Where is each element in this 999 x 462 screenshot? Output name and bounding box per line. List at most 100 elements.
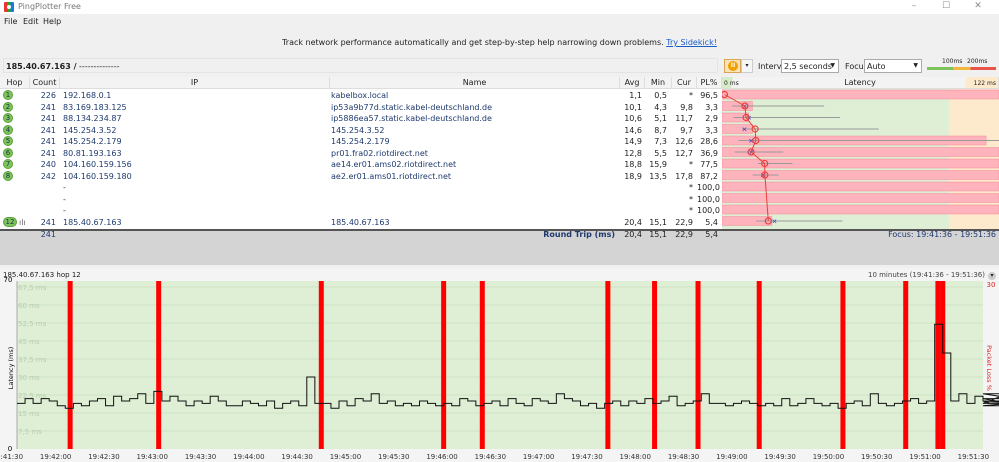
cell-cur: * — [689, 206, 693, 215]
cell-pl: 3,3 — [705, 102, 718, 112]
summary-pl: 5,4 — [705, 230, 718, 239]
packet-loss-bar — [695, 281, 701, 449]
cell-min: 15,9 — [649, 160, 667, 169]
col-hop[interactable]: Hop — [0, 77, 30, 89]
scale-200-label: 200ms — [967, 58, 988, 65]
maximize-button[interactable]: ☐ — [935, 1, 957, 11]
packet-loss-bar — [840, 281, 846, 449]
cell-cur: 9,8 — [680, 102, 693, 112]
x-tick-label: 19:46:00 — [426, 453, 457, 461]
cell-avg: 14,9 — [624, 137, 642, 146]
cell-avg: 18,8 — [624, 160, 642, 169]
table-row[interactable]: 5 241 145.254.2.179 145.254.2.179 14,9 7,3 12,… — [0, 136, 722, 148]
x-tick-label: 19:42:00 — [40, 453, 71, 461]
latency-timeline-graph: 185.40.67.163 hop 12 10 minutes (19:41:3… — [0, 268, 999, 462]
x-tick-label: 19:45:30 — [378, 453, 409, 461]
cell-count: 241 — [40, 125, 56, 135]
col-avg[interactable]: Avg — [620, 77, 645, 89]
cell-name: pr01.fra02.riotdirect.net — [331, 148, 428, 158]
cell-cur: * — [689, 194, 693, 204]
focus-value: Auto — [867, 62, 886, 71]
y-max-label: 70 — [4, 276, 13, 284]
packet-loss-bar — [722, 204, 999, 215]
cell-avg: 18,9 — [624, 171, 642, 181]
target-address: 185.40.67.163 / — [6, 62, 77, 71]
col-ip[interactable]: IP — [60, 77, 330, 89]
cell-ip: 145.254.2.179 — [63, 137, 122, 146]
col-count[interactable]: Count — [30, 77, 60, 89]
col-min[interactable]: Min — [645, 77, 672, 89]
col-latency[interactable]: 0 ms Latency 122 ms — [722, 77, 999, 89]
table-row[interactable]: 7 240 104.160.159.156 ae14.er01.ams02.riotd… — [0, 159, 722, 171]
hop-badge: 5 — [3, 136, 13, 146]
latency-max-label: 122 ms — [973, 80, 996, 87]
cell-name: ip53a9b77d.static.kabel-deutschland.de — [331, 102, 493, 112]
banner-text: Track network performance automatically … — [282, 38, 664, 47]
cell-ip: 185.40.67.163 — [63, 217, 122, 227]
col-pl[interactable]: PL% — [697, 77, 722, 89]
cell-avg: 20,4 — [624, 217, 642, 227]
cell-name: 145.254.2.179 — [331, 137, 390, 146]
minimize-button[interactable]: – — [903, 1, 925, 11]
packet-loss-bar — [479, 281, 485, 449]
target-address-field[interactable]: 185.40.67.163 / -------------- — [3, 58, 718, 73]
chevron-down-icon: ▼ — [830, 62, 835, 69]
x-tick-label: 19:44:30 — [281, 453, 312, 461]
x-tick-label: 19:47:30 — [571, 453, 602, 461]
cell-name: ae2.er01.ams01.riotdirect.net — [331, 171, 452, 181]
cell-ip: 104.160.159.156 — [63, 160, 132, 169]
cell-pl: 28,6 — [700, 137, 718, 146]
table-row[interactable]: - * 100,0 — [0, 194, 722, 206]
col-name[interactable]: Name — [330, 77, 620, 89]
table-row[interactable]: 4 241 145.254.3.52 145.254.3.52 14,6 8,7 9,7 3,… — [0, 124, 722, 137]
grid-label: 7,5 ms — [18, 428, 42, 436]
target-name: -------------- — [79, 62, 120, 71]
hop-badge: 6 — [3, 147, 13, 158]
hop-badge: 2 — [3, 101, 13, 112]
pause-dropdown-button[interactable]: ▾ — [741, 59, 753, 73]
pause-icon: II — [728, 61, 738, 71]
cell-ip: - — [63, 206, 66, 215]
x-tick-label: 19:49:30 — [764, 453, 795, 461]
summary-min: 15,1 — [649, 230, 667, 239]
cell-name: ae14.er01.ams02.riotdirect.net — [331, 160, 457, 169]
menu-edit[interactable]: Edit — [23, 17, 39, 26]
y2-axis-title: Packet Loss % — [985, 345, 993, 391]
cell-pl: 96,5 — [700, 91, 718, 100]
cell-pl: 87,2 — [700, 171, 718, 181]
interval-select[interactable]: 2,5 seconds ▼ — [781, 59, 839, 73]
table-row[interactable]: 3 241 88.134.234.87 ip5886ea57.static.kabel… — [0, 113, 722, 125]
table-row[interactable]: 1 226 192.168.0.1 kabelbox.local 1,1 0,5 * 96,5 — [0, 90, 722, 102]
cell-count: 241 — [40, 114, 56, 123]
current-latency-marker: × — [742, 126, 748, 134]
scale-100-label: 100ms — [942, 58, 963, 65]
table-row[interactable]: 8 242 104.160.159.180 ae2.er01.ams01.riotdi… — [0, 170, 722, 183]
table-row[interactable]: - * 100,0 — [0, 205, 722, 217]
grid-label: 45 ms — [18, 338, 40, 346]
table-row[interactable]: - * 100,0 — [0, 182, 722, 194]
table-row[interactable]: 2 241 83.169.183.125 ip53a9b77d.static.kabe… — [0, 101, 722, 114]
cell-count: 241 — [40, 137, 56, 146]
table-row[interactable]: 6 241 80.81.193.163 pr01.fra02.riotdirect.n… — [0, 147, 722, 160]
col-cur[interactable]: Cur — [672, 77, 697, 89]
cell-count: 240 — [40, 160, 56, 169]
graph-hop-icon[interactable]: ılı — [19, 218, 26, 227]
pause-button[interactable]: II — [724, 59, 741, 73]
cell-cur: 17,8 — [675, 171, 693, 181]
cell-count: 241 — [40, 217, 56, 227]
cell-min: 5,1 — [654, 114, 667, 123]
packet-loss-bar — [935, 281, 941, 449]
cell-ip: 145.254.3.52 — [63, 125, 117, 135]
close-button[interactable]: ✕ — [967, 1, 989, 11]
table-row[interactable]: 12 ılı 241 185.40.67.163 185.40.67.163 20,4 15… — [0, 216, 722, 229]
cell-name: 185.40.67.163 — [331, 217, 390, 227]
hop-badge: 12 — [3, 216, 17, 227]
sidekick-link[interactable]: Try Sidekick! — [666, 38, 717, 47]
cell-min: 5,5 — [654, 148, 667, 158]
menu-help[interactable]: Help — [43, 17, 61, 26]
focus-range: Focus: 19:41:36 - 19:51:36 — [888, 230, 996, 239]
cell-pl: 2,9 — [705, 114, 718, 123]
cell-count: 241 — [40, 102, 56, 112]
menu-file[interactable]: File — [4, 17, 17, 26]
focus-select[interactable]: Auto ▼ — [864, 59, 922, 73]
